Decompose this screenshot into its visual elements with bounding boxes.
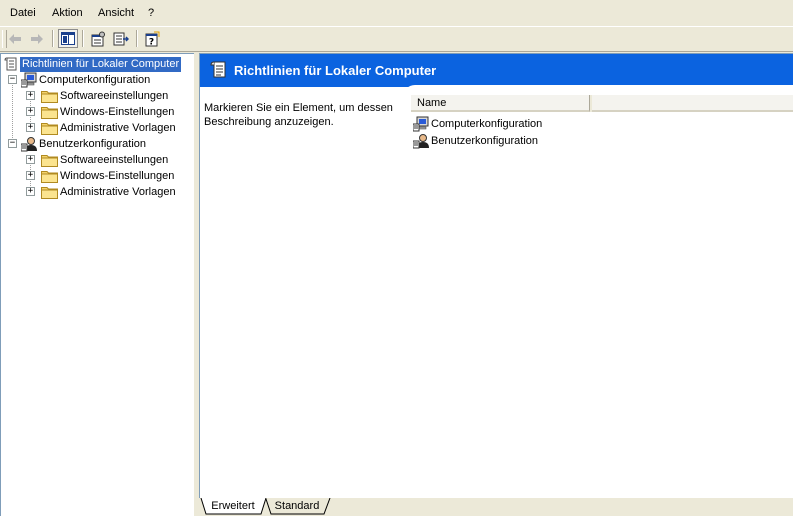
tree-item-label: Computerkonfiguration: [39, 73, 151, 86]
folder-icon: [41, 187, 58, 199]
tree-expander[interactable]: +: [26, 187, 35, 196]
tree-expander[interactable]: +: [26, 107, 35, 116]
tree-item-computer-windows[interactable]: Windows-Einstellungen: [41, 104, 176, 120]
tree-expander[interactable]: +: [26, 123, 35, 132]
tree-item-label: Benutzerkonfiguration: [39, 137, 147, 150]
back-button[interactable]: [5, 29, 25, 48]
tree-item-label: Windows-Einstellungen: [60, 105, 175, 118]
list-header: Name: [411, 95, 793, 112]
details-pane: Richtlinien für Lokaler Computer Markier…: [199, 53, 793, 498]
computer-icon: [21, 72, 37, 88]
tab-standard[interactable]: Standard: [271, 498, 323, 515]
tree-item-user-windows[interactable]: Windows-Einstellungen: [41, 168, 176, 184]
tree-expander[interactable]: +: [26, 155, 35, 164]
tree-expander[interactable]: +: [26, 91, 35, 100]
policy-scroll-icon: [4, 57, 17, 71]
back-icon: [9, 33, 21, 44]
user-icon: [21, 137, 37, 152]
tree-item-label: Richtlinien für Lokaler Computer: [20, 56, 182, 72]
list-item-computer-config[interactable]: Computerkonfiguration: [413, 115, 542, 132]
toolbar-separator: [136, 30, 138, 47]
tree-expander-computer[interactable]: −: [8, 75, 17, 84]
tree-item-computer-admin[interactable]: Administrative Vorlagen: [41, 120, 178, 136]
toolbar-separator: [82, 30, 84, 47]
toolbar: ?: [0, 27, 793, 51]
header-banner: Richtlinien für Lokaler Computer: [200, 54, 793, 87]
forward-button[interactable]: [27, 29, 47, 48]
forward-icon: [31, 33, 43, 44]
description-text: Markieren Sie ein Element, um dessen Bes…: [204, 102, 393, 128]
folder-icon: [41, 123, 58, 135]
folder-icon: [41, 155, 58, 167]
column-header-name[interactable]: Name: [411, 95, 590, 112]
properties-button[interactable]: [88, 29, 108, 48]
export-list-button[interactable]: [111, 29, 131, 48]
help-button[interactable]: ?: [142, 29, 162, 48]
list-item-user-config[interactable]: Benutzerkonfiguration: [413, 132, 538, 149]
console-tree[interactable]: Richtlinien für Lokaler Computer − Compu…: [0, 53, 194, 516]
policy-scroll-icon: [210, 61, 226, 78]
menu-help[interactable]: ?: [148, 7, 154, 19]
tree-item-label: Administrative Vorlagen: [60, 121, 176, 134]
page-title: Richtlinien für Lokaler Computer: [234, 63, 437, 78]
tree-item-computer-config[interactable]: Computerkonfiguration: [21, 72, 152, 88]
toolbar-border: [0, 51, 793, 52]
column-header-empty: [592, 95, 793, 112]
tree-item-label: Softwareeinstellungen: [60, 153, 169, 166]
menu-bar: Datei Aktion Ansicht ?: [0, 0, 793, 26]
tab-erweitert[interactable]: Erweitert: [207, 498, 259, 515]
view-tabs: Erweitert Standard: [199, 498, 793, 516]
folder-icon: [41, 171, 58, 183]
list-item-label: Computerkonfiguration: [431, 117, 543, 130]
user-icon: [413, 133, 429, 148]
tree-item-label: Windows-Einstellungen: [60, 169, 175, 182]
folder-icon: [41, 91, 58, 103]
computer-icon: [413, 116, 429, 131]
tree-item-label: Administrative Vorlagen: [60, 185, 176, 198]
tree-item-root[interactable]: Richtlinien für Lokaler Computer: [4, 56, 182, 72]
tree-item-user-software[interactable]: Softwareeinstellungen: [41, 152, 170, 168]
properties-icon: [91, 31, 105, 46]
tree-item-computer-software[interactable]: Softwareeinstellungen: [41, 88, 170, 104]
menu-datei[interactable]: Datei: [10, 7, 36, 19]
tree-expander[interactable]: +: [26, 171, 35, 180]
show-hide-tree-icon: [61, 32, 75, 45]
menu-ansicht[interactable]: Ansicht: [98, 7, 134, 19]
help-icon: ?: [145, 31, 160, 47]
show-hide-tree-button[interactable]: [58, 29, 78, 48]
tree-connector: [12, 80, 14, 144]
folder-icon: [41, 107, 58, 119]
menu-aktion[interactable]: Aktion: [52, 7, 83, 19]
tree-item-label: Softwareeinstellungen: [60, 89, 169, 102]
tree-item-user-config[interactable]: Benutzerkonfiguration: [21, 136, 148, 152]
toolbar-separator: [52, 30, 54, 47]
list-item-label: Benutzerkonfiguration: [431, 134, 539, 147]
tree-expander-user[interactable]: −: [8, 139, 17, 148]
export-list-icon: [113, 32, 129, 45]
tree-item-user-admin[interactable]: Administrative Vorlagen: [41, 184, 178, 200]
svg-text:?: ?: [149, 37, 154, 47]
